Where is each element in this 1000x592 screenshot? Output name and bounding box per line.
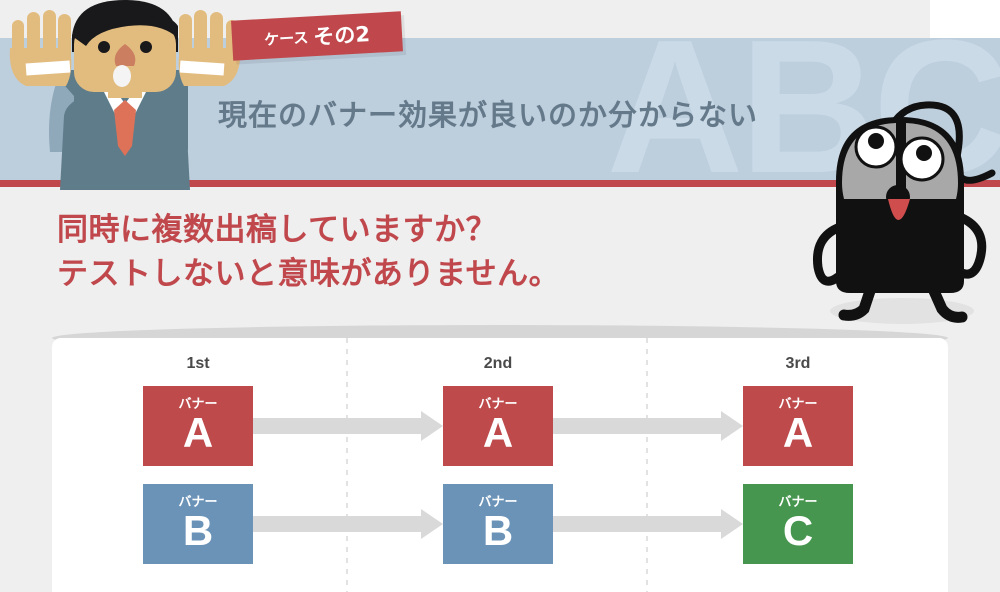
arrow-top-1to2 xyxy=(253,411,443,441)
lead-copy: 同時に複数出稿していますか？ テストしないと意味がありません。 xyxy=(57,208,560,296)
banner-box-1st-top[interactable]: バナー A xyxy=(143,386,253,466)
column-divider-2 xyxy=(646,338,648,592)
column-label-1st: 1st xyxy=(186,355,210,372)
banner-box-3rd-bottom[interactable]: バナー C xyxy=(743,484,853,564)
banner-box-1st-bottom[interactable]: バナー B xyxy=(143,484,253,564)
lead-copy-line-2: テストしないと意味がありません。 xyxy=(57,256,561,293)
page-title: 現在のバナー効果が良いのか分からない xyxy=(218,98,759,132)
column-label-3rd: 3rd xyxy=(785,355,811,372)
banner-letter: A xyxy=(482,409,514,456)
banner-box-2nd-bottom[interactable]: バナー B xyxy=(443,484,553,564)
header-top-white-strip xyxy=(930,0,1000,38)
arrow-bottom-1to2 xyxy=(253,509,443,539)
banner-letter: A xyxy=(782,409,814,456)
lead-copy-line-1: 同時に複数出稿していますか？ xyxy=(57,212,498,248)
column-divider-1 xyxy=(346,338,348,592)
case-ribbon-prefix: ケース xyxy=(263,27,309,49)
column-label-2nd: 2nd xyxy=(483,355,513,372)
banner-letter: C xyxy=(782,507,814,554)
banner-test-diagram-card: 1st 2nd 3rd バナー A バナー A バナー A バナー B バナー … xyxy=(52,338,948,592)
computer-mouse-mascot-illustration xyxy=(800,95,1000,330)
arrow-top-2to3 xyxy=(553,411,743,441)
page-root: A B C 現在のバナー効果が良いのか分からない ケース その2 同時に複数出稿して… xyxy=(0,0,1000,592)
banner-letter: A xyxy=(182,409,214,456)
banner-box-2nd-top[interactable]: バナー A xyxy=(443,386,553,466)
banner-box-3rd-top[interactable]: バナー A xyxy=(743,386,853,466)
arrow-bottom-2to3 xyxy=(553,509,743,539)
banner-letter: B xyxy=(182,507,214,554)
surprised-businessman-illustration xyxy=(0,0,250,190)
banner-letter: B xyxy=(482,507,514,554)
case-ribbon-number: その2 xyxy=(312,22,371,50)
